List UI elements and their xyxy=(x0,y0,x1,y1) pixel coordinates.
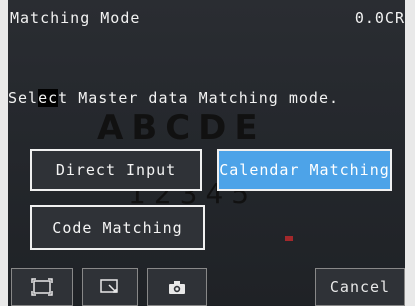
instruction-prefix: Sel xyxy=(8,89,39,107)
text-cursor: ec xyxy=(38,89,59,107)
cancel-label: Cancel xyxy=(329,278,391,296)
zoom-region-icon xyxy=(100,279,118,293)
direct-input-button[interactable]: Direct Input xyxy=(30,149,202,191)
direct-input-label: Direct Input xyxy=(55,161,177,179)
header-value: 0.0CR xyxy=(354,9,405,27)
calendar-matching-button[interactable]: Calendar Matching xyxy=(217,149,392,191)
code-matching-button[interactable]: Code Matching xyxy=(30,205,205,250)
background-red-mark xyxy=(285,236,293,241)
background-image-letters: ABCDE xyxy=(97,108,266,148)
code-matching-label: Code Matching xyxy=(52,218,183,237)
instruction-text: Select Master data Matching mode. xyxy=(8,89,339,107)
zoom-region-button[interactable] xyxy=(82,268,138,306)
title-bar: Matching Mode 0.0CR xyxy=(8,0,405,38)
calendar-matching-label: Calendar Matching xyxy=(219,161,390,179)
screen: Matching Mode 0.0CR ABCDE 12345 Select M… xyxy=(0,0,415,306)
screen-bezel-left xyxy=(0,0,8,306)
cancel-button[interactable]: Cancel xyxy=(315,268,405,306)
page-title: Matching Mode xyxy=(10,9,141,27)
screen-bezel-right xyxy=(405,0,415,306)
frame-button[interactable] xyxy=(11,268,73,306)
frame-icon xyxy=(31,278,53,296)
camera-icon xyxy=(169,280,185,294)
instruction-suffix: t Master data Matching mode. xyxy=(58,89,340,107)
camera-button[interactable] xyxy=(147,268,207,306)
